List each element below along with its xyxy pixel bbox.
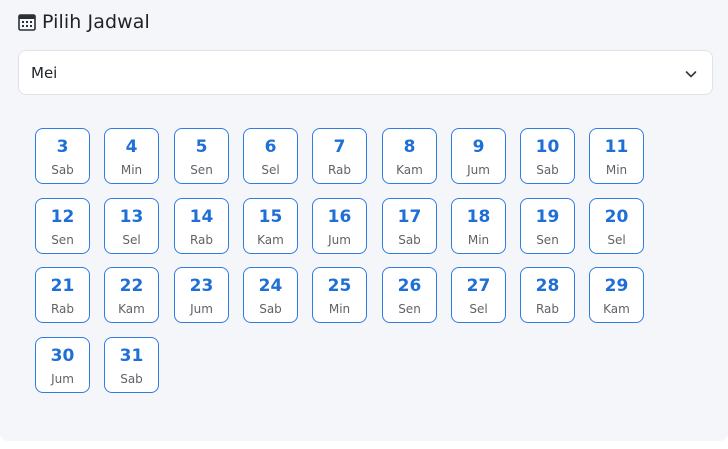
day-name: Kam xyxy=(603,302,630,316)
date-option-button[interactable]: 6 Sel xyxy=(243,128,298,184)
date-number: 28 xyxy=(535,276,560,296)
day-name: Sab xyxy=(259,302,282,316)
date-number: 13 xyxy=(119,207,144,227)
date-option-button[interactable]: 27 Sel xyxy=(451,267,506,323)
date-option-button[interactable]: 4 Min xyxy=(104,128,159,184)
date-option-button[interactable]: 13 Sel xyxy=(104,198,159,254)
day-name: Rab xyxy=(535,302,560,316)
date-number: 8 xyxy=(403,137,416,157)
date-number: 9 xyxy=(472,137,485,157)
date-option-button[interactable]: 11 Min xyxy=(589,128,644,184)
date-option-button[interactable]: 19 Sen xyxy=(520,198,575,254)
date-option-button[interactable]: 28 Rab xyxy=(520,267,575,323)
date-number: 5 xyxy=(195,137,208,157)
day-name: Sen xyxy=(536,233,559,247)
day-name: Jum xyxy=(467,163,490,177)
day-name: Jum xyxy=(328,233,351,247)
date-number: 17 xyxy=(397,207,422,227)
date-number: 21 xyxy=(50,276,75,296)
day-name: Sab xyxy=(120,372,143,386)
day-name: Min xyxy=(467,233,490,247)
date-option-button[interactable]: 17 Sab xyxy=(382,198,437,254)
day-name: Min xyxy=(605,163,628,177)
day-name: Min xyxy=(328,302,351,316)
date-number: 7 xyxy=(333,137,346,157)
date-option-button[interactable]: 9 Jum xyxy=(451,128,506,184)
date-option-button[interactable]: 15 Kam xyxy=(243,198,298,254)
date-number: 29 xyxy=(604,276,629,296)
date-option-button[interactable]: 8 Kam xyxy=(382,128,437,184)
date-option-button[interactable]: 23 Jum xyxy=(174,267,229,323)
date-option-button[interactable]: 10 Sab xyxy=(520,128,575,184)
day-name: Kam xyxy=(396,163,423,177)
day-name: Sel xyxy=(469,302,488,316)
day-name: Rab xyxy=(50,302,75,316)
date-option-button[interactable]: 5 Sen xyxy=(174,128,229,184)
date-number: 14 xyxy=(189,207,214,227)
chevron-down-icon xyxy=(684,66,698,80)
day-name: Sel xyxy=(261,163,280,177)
date-option-button[interactable]: 18 Min xyxy=(451,198,506,254)
date-option-button[interactable]: 7 Rab xyxy=(312,128,367,184)
schedule-header: Pilih Jadwal xyxy=(18,10,150,34)
date-number: 23 xyxy=(189,276,214,296)
date-number: 18 xyxy=(466,207,491,227)
date-number: 30 xyxy=(50,346,75,366)
date-option-button[interactable]: 22 Kam xyxy=(104,267,159,323)
date-number: 19 xyxy=(535,207,560,227)
date-number: 31 xyxy=(119,346,144,366)
day-name: Kam xyxy=(118,302,145,316)
day-name: Sab xyxy=(51,163,74,177)
day-name: Sen xyxy=(398,302,421,316)
schedule-panel: Pilih Jadwal Mei 3 Sab 4 Min 5 Sen 6 Sel 7 Rab 8 Ka… xyxy=(0,0,728,441)
calendar-icon xyxy=(18,13,36,31)
date-option-button[interactable]: 24 Sab xyxy=(243,267,298,323)
day-name: Jum xyxy=(190,302,213,316)
date-option-button[interactable]: 16 Jum xyxy=(312,198,367,254)
day-name: Sab xyxy=(536,163,559,177)
date-number: 26 xyxy=(397,276,422,296)
date-number: 27 xyxy=(466,276,491,296)
date-option-button[interactable]: 25 Min xyxy=(312,267,367,323)
date-number: 16 xyxy=(327,207,352,227)
date-number: 3 xyxy=(56,137,69,157)
date-number: 15 xyxy=(258,207,283,227)
date-number: 11 xyxy=(604,137,629,157)
date-number: 24 xyxy=(258,276,283,296)
day-name: Sen xyxy=(51,233,74,247)
date-number: 6 xyxy=(264,137,277,157)
day-name: Min xyxy=(120,163,143,177)
date-option-button[interactable]: 29 Kam xyxy=(589,267,644,323)
date-option-button[interactable]: 20 Sel xyxy=(589,198,644,254)
date-number: 22 xyxy=(119,276,144,296)
day-name: Rab xyxy=(327,163,352,177)
date-option-button[interactable]: 30 Jum xyxy=(35,337,90,393)
day-name: Sel xyxy=(122,233,141,247)
day-name: Sab xyxy=(398,233,421,247)
date-number: 12 xyxy=(50,207,75,227)
date-option-button[interactable]: 21 Rab xyxy=(35,267,90,323)
date-option-button[interactable]: 26 Sen xyxy=(382,267,437,323)
date-number: 4 xyxy=(125,137,138,157)
day-name: Jum xyxy=(51,372,74,386)
day-name: Rab xyxy=(189,233,214,247)
date-option-button[interactable]: 3 Sab xyxy=(35,128,90,184)
date-option-button[interactable]: 14 Rab xyxy=(174,198,229,254)
date-option-button[interactable]: 31 Sab xyxy=(104,337,159,393)
month-select[interactable]: Mei xyxy=(18,50,713,95)
month-select-value: Mei xyxy=(31,63,58,82)
page-title: Pilih Jadwal xyxy=(42,11,150,33)
day-name: Kam xyxy=(257,233,284,247)
date-option-button[interactable]: 12 Sen xyxy=(35,198,90,254)
day-name: Sen xyxy=(190,163,213,177)
date-number: 25 xyxy=(327,276,352,296)
date-number: 10 xyxy=(535,137,560,157)
date-number: 20 xyxy=(604,207,629,227)
day-name: Sel xyxy=(607,233,626,247)
